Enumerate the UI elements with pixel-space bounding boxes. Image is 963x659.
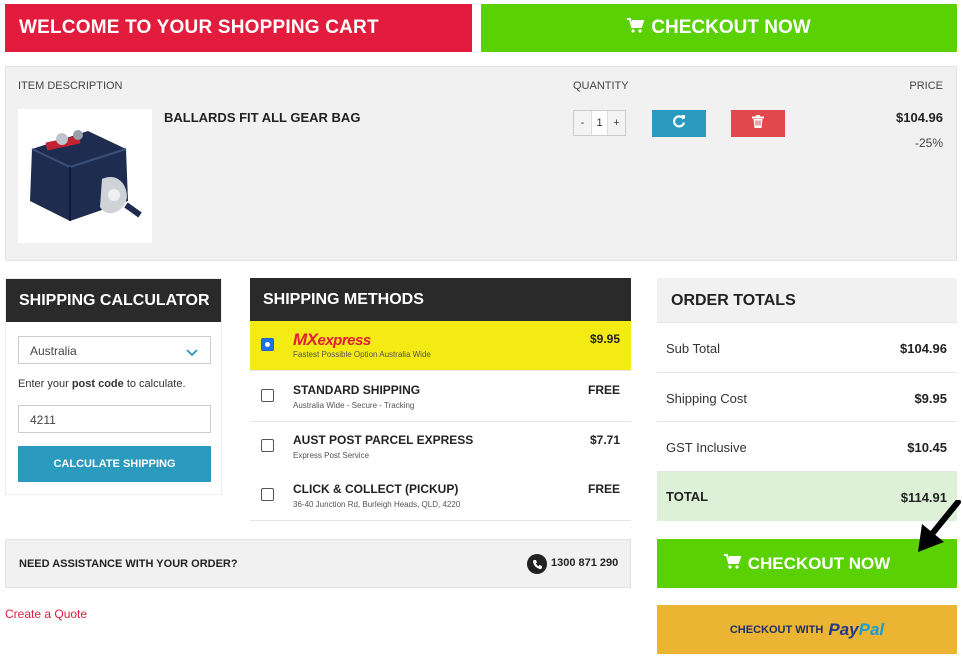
checkout-now-top-label: CHECKOUT NOW [651,17,811,38]
totals-label: TOTAL [666,489,709,504]
order-totals-title: ORDER TOTALS [657,278,957,322]
shipping-option-price: FREE [587,383,620,397]
checkout-now-top-button[interactable]: CHECKOUT NOW [481,4,957,52]
paypal-logo-pal: Pal [858,619,885,639]
paypal-prefix: CHECKOUT WITH [729,623,824,636]
shipping-option-description: Express Post Service [293,451,370,460]
cart-icon [723,553,742,574]
item-discount: -25% [914,136,943,150]
quantity-decrease-button[interactable]: - [574,111,591,135]
quantity-increase-button[interactable]: + [608,111,625,135]
totals-row-gst: GST Inclusive $10.45 [657,421,957,471]
shipping-calculator-title: SHIPPING CALCULATOR [6,279,221,322]
cart-title: WELCOME TO YOUR SHOPPING CART [5,4,472,52]
phone-icon [527,554,547,574]
quantity-stepper[interactable]: - 1 + [573,110,626,136]
shipping-option-checkbox[interactable] [261,389,274,402]
checkout-now-label: CHECKOUT NOW [747,553,891,573]
shipping-option-name: STANDARD SHIPPING [293,383,421,397]
column-price: PRICE [909,80,943,92]
shipping-option-standard[interactable]: STANDARD SHIPPING Australia Wide - Secur… [250,372,631,422]
postcode-hint: Enter your post code to calculate. [18,378,186,390]
create-quote-link[interactable]: Create a Quote [5,607,87,621]
mxexpress-logo-mx: MX [293,330,318,349]
arrow-annotation-icon [912,499,962,560]
shipping-option-name: AUST POST PARCEL EXPRESS [293,433,474,447]
shipping-option-checkbox[interactable] [261,338,274,351]
quantity-value[interactable]: 1 [591,111,608,135]
postcode-hint-bold: post code [71,378,124,390]
shipping-option-checkbox[interactable] [261,488,274,501]
shipping-option-description: 36-40 Junction Rd, Burleigh Heads, QLD, … [293,500,461,509]
postcode-hint-pre: Enter your [18,378,72,390]
totals-row-subtotal: Sub Total $104.96 [657,322,957,372]
shipping-option-description: Fastest Possible Option Australia Wide [293,350,431,359]
assistance-text: NEED ASSISTANCE WITH YOUR ORDER? [19,558,238,570]
remove-item-button[interactable] [731,110,785,137]
shipping-option-description: Australia Wide - Secure - Tracking [293,401,415,410]
order-totals: ORDER TOTALS Sub Total $104.96 Shipping … [657,278,957,521]
totals-label: GST Inclusive [666,440,747,455]
paypal-logo-pay: Pay [828,619,859,639]
shipping-option-checkbox[interactable] [261,439,274,452]
calculate-shipping-button[interactable]: CALCULATE SHIPPING [18,446,211,482]
paypal-logo: PayPal [828,620,884,640]
shipping-option-click-collect[interactable]: CLICK & COLLECT (PICKUP) 36-40 Junction … [250,471,631,521]
column-item-description: ITEM DESCRIPTION [18,80,123,92]
cart-title-text: WELCOME TO YOUR SHOPPING CART [19,17,379,38]
shipping-option-price: $9.95 [589,332,620,346]
column-quantity: QUANTITY [573,80,629,92]
shipping-option-mxexpress[interactable]: MXexpress Fastest Possible Option Austra… [250,321,631,371]
totals-row-shipping: Shipping Cost $9.95 [657,372,957,422]
update-quantity-button[interactable] [652,110,706,137]
shipping-methods-title: SHIPPING METHODS [250,278,631,321]
trash-icon [752,114,764,133]
totals-label: Sub Total [666,341,720,356]
phone-number[interactable]: 1300 871 290 [551,557,618,569]
mxexpress-logo-express: express [317,332,372,349]
shipping-option-aust-post[interactable]: AUST POST PARCEL EXPRESS Express Post Se… [250,422,631,472]
totals-value: $104.96 [900,341,947,356]
shipping-option-price: $7.71 [589,433,620,447]
refresh-icon [672,114,686,133]
totals-value: $10.45 [907,440,947,455]
shipping-methods: SHIPPING METHODS MXexpress Fastest Possi… [250,278,631,521]
paypal-checkout-button[interactable]: CHECKOUT WITH PayPal [657,605,957,654]
cart-icon [627,18,645,38]
mxexpress-logo: MXexpress [293,330,371,350]
product-name[interactable]: BALLARDS FIT ALL GEAR BAG [164,110,360,125]
country-select-value: Australia [30,344,77,358]
assistance-bar: NEED ASSISTANCE WITH YOUR ORDER? 1300 87… [5,539,631,588]
shipping-option-price: FREE [587,482,620,496]
totals-value: $9.95 [914,391,947,406]
product-image[interactable] [18,109,152,243]
postcode-hint-post: to calculate. [123,378,186,390]
shipping-option-name: CLICK & COLLECT (PICKUP) [293,482,459,496]
item-price: $104.96 [896,110,943,125]
country-select[interactable]: Australia [18,336,211,364]
totals-label: Shipping Cost [666,391,747,406]
chevron-down-icon [186,346,198,360]
postcode-input[interactable]: 4211 [18,405,211,433]
